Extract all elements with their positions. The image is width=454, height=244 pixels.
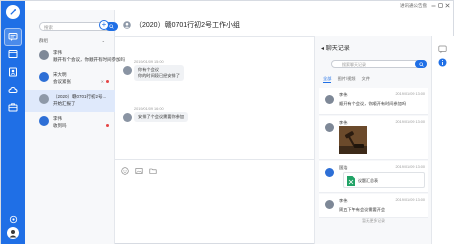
chat-nav-icon[interactable] <box>4 28 22 46</box>
history-title: ◂ 聊天记录 <box>321 46 350 52</box>
contacts-nav-icon[interactable] <box>4 63 22 81</box>
message-input[interactable] <box>115 159 314 244</box>
history-item[interactable]: 李伟 2019/01/09 13:00 周五下午有会议需要开会 <box>319 194 428 218</box>
search-icon[interactable] <box>415 60 427 68</box>
chat-history-icon[interactable] <box>438 45 447 54</box>
spreadsheet-file-icon <box>347 176 355 186</box>
conversation-item[interactable]: 李伟 顺开有个会议，你顺开有时间参加吗 <box>25 46 125 68</box>
app-logo <box>6 5 20 19</box>
avatar <box>39 50 49 60</box>
history-tabs: 全部 图片/视频 文件 <box>323 76 375 83</box>
chat-title: （2020）赣0701行初2号工作小组 <box>135 22 241 29</box>
minimize-icon[interactable] <box>431 3 436 8</box>
sender-name: 国浩 <box>339 165 348 170</box>
group-avatar-icon <box>123 21 131 29</box>
message-text: 顺开有个会议，你顺开有时间参加吗 <box>339 101 407 106</box>
app-window: 进讯通公告盘 搜索 + 群组 ⌄ 李伟 顺开有个会议，你顺开有时间参加吗 宋大明… <box>0 0 454 244</box>
history-item[interactable]: 李伟 2019/01/09 13:00 <box>319 116 428 160</box>
avatar <box>39 116 49 126</box>
conversation-preview: 收到吗 <box>53 123 67 128</box>
toolbox-nav-icon[interactable] <box>4 98 22 116</box>
info-icon[interactable] <box>438 58 447 67</box>
message-time: 2019/01/09 13:00 <box>395 120 425 124</box>
avatar <box>325 123 334 132</box>
emoji-icon[interactable] <box>121 167 129 175</box>
message-time: 2019/01/09 13:00 <box>395 198 425 202</box>
avatar <box>325 168 334 177</box>
history-icon: ◂ <box>321 46 325 52</box>
maximize-icon[interactable] <box>438 3 443 8</box>
chevron-down-icon: ⌄ <box>101 38 105 43</box>
message-time: 2019/01/09 15:00 <box>134 60 164 64</box>
conversation-preview: 开始汇报了 <box>53 101 76 106</box>
file-name: 议题汇总表 <box>358 178 378 183</box>
conversation-item[interactable]: 宋大明 会议紧张 ✕ <box>25 68 115 90</box>
group-label: 群组 <box>39 38 48 43</box>
avatar <box>123 113 132 122</box>
avatar <box>123 66 132 75</box>
avatar <box>325 95 334 104</box>
conversation-name: 宋大明 <box>53 72 67 77</box>
history-panel: ◂ 聊天记录 搜索聊天记录 全部 图片/视频 文件 李伟 2019/01/09 … <box>314 36 431 244</box>
file-attachment[interactable]: 议题汇总表 <box>343 172 425 188</box>
workspace-nav-icon[interactable] <box>4 45 22 63</box>
tab-all[interactable]: 全部 <box>323 76 332 83</box>
cloud-nav-icon[interactable] <box>4 81 22 99</box>
mute-icon: ✕ <box>100 79 104 84</box>
message-time: 2019/01/09 13:00 <box>395 92 425 96</box>
conversation-item[interactable]: 李伟 收到吗 <box>25 112 115 134</box>
avatar <box>325 200 334 209</box>
avatar <box>39 72 49 82</box>
tab-media[interactable]: 图片/视频 <box>338 76 356 82</box>
history-item[interactable]: 李伟 2019/01/09 13:00 顺开有个会议，你顺开有时间参加吗 <box>319 88 428 115</box>
sender-name: 李伟 <box>339 198 348 203</box>
message-line: 你的时间段已经安排了 <box>138 73 180 78</box>
user-avatar[interactable] <box>7 227 19 239</box>
history-search-placeholder: 搜索聊天记录 <box>342 62 366 67</box>
message-text: 周五下午有会议需要开会 <box>339 207 386 212</box>
conversation-item[interactable]: （2020）赣0701行初2号... 开始汇报了 <box>25 90 115 112</box>
message-time: 2019/01/09 16:00 <box>134 107 164 111</box>
user-menu[interactable]: 进讯通公告盘 <box>400 3 427 9</box>
conversation-name: 李伟 <box>53 50 62 55</box>
conversation-preview: 顺开有个会议，你顺开有时间参加吗 <box>53 57 125 62</box>
conversation-name: 李伟 <box>53 116 62 121</box>
conversation-name: （2020）赣0701行初2号... <box>53 94 107 99</box>
folder-icon[interactable] <box>149 167 157 175</box>
unread-dot <box>106 80 109 83</box>
close-icon[interactable] <box>445 3 450 8</box>
image-icon[interactable] <box>135 167 143 175</box>
history-item[interactable]: 国浩 2019/01/09 13:00 议题汇总表 <box>319 161 428 193</box>
no-more-records: 暂无更多记录 <box>362 219 385 223</box>
history-search-input[interactable]: 搜索聊天记录 <box>331 60 427 68</box>
conversation-preview: 会议紧张 <box>53 79 71 84</box>
right-rail <box>431 36 454 244</box>
title-bar: 进讯通公告盘 <box>25 1 454 10</box>
left-rail <box>1 1 25 244</box>
tab-files[interactable]: 文件 <box>362 76 370 82</box>
message-bubble: 你有个会议 你的时间段已经安排了 <box>134 65 184 81</box>
unread-dot <box>106 124 109 127</box>
search-placeholder: 搜索 <box>44 24 53 30</box>
group-header[interactable]: 群组 ⌄ <box>39 38 111 44</box>
message-line: 安排了个会议需要你参加 <box>138 114 185 119</box>
avatar <box>39 94 49 104</box>
add-conversation-button[interactable]: + <box>99 20 109 30</box>
message-time: 2019/01/09 13:00 <box>395 165 425 169</box>
message-bubble: 安排了个会议需要你参加 <box>134 112 189 122</box>
settings-icon[interactable] <box>7 213 19 225</box>
sender-name: 李伟 <box>339 92 348 97</box>
image-thumbnail[interactable] <box>339 126 367 154</box>
